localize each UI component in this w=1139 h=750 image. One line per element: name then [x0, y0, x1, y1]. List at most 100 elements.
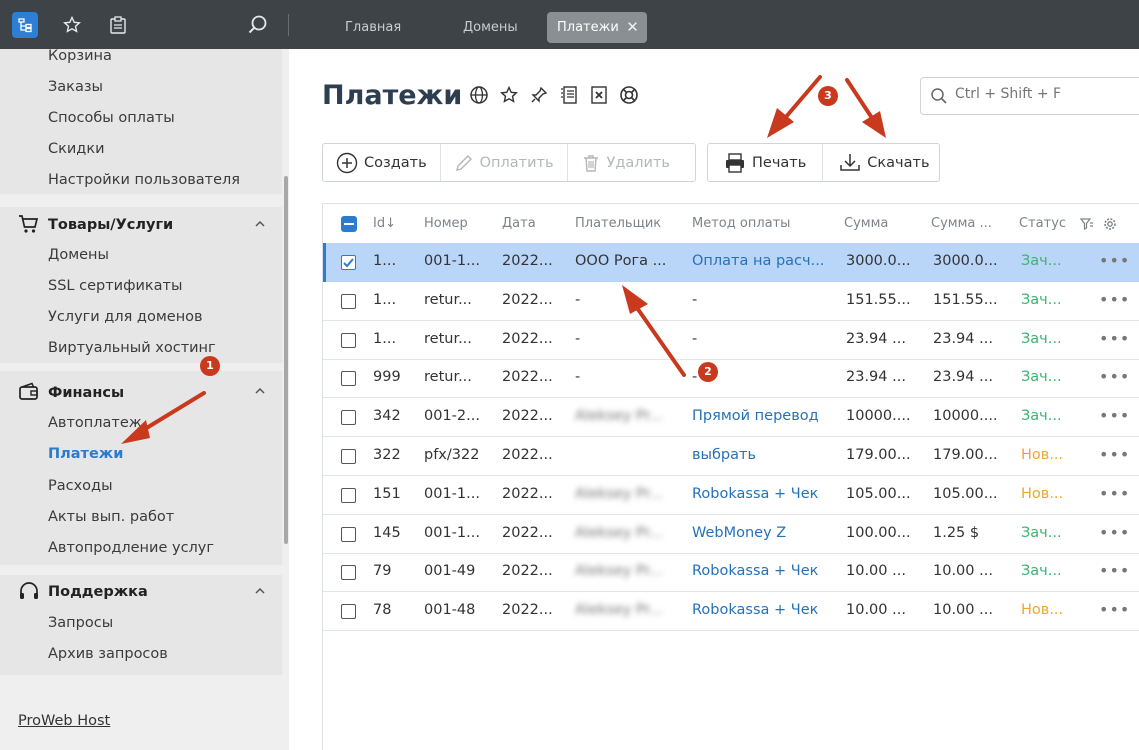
sidebar-item-orders[interactable]: Заказы: [48, 77, 103, 97]
chevron-up-icon[interactable]: [254, 585, 266, 597]
document-icon[interactable]: [558, 84, 580, 106]
column-header-method[interactable]: Метод оплаты: [692, 216, 790, 231]
clipboard-icon[interactable]: [105, 12, 131, 38]
row-menu-icon[interactable]: •••: [1099, 445, 1130, 464]
close-icon[interactable]: ✕: [626, 12, 639, 43]
table-row[interactable]: 145 001-1... 2022... Aleksey Pr... WebMoney …: [323, 515, 1139, 554]
sidebar-item-domain-services[interactable]: Услуги для доменов: [48, 307, 203, 327]
app-logo-icon[interactable]: [12, 12, 38, 38]
cell-date: 2022...: [502, 602, 553, 619]
row-menu-icon[interactable]: •••: [1099, 251, 1130, 270]
cell-method[interactable]: Оплата на расч...: [692, 253, 827, 269]
sidebar-item-autorenew[interactable]: Автопродление услуг: [48, 538, 214, 558]
sidebar-item-requests[interactable]: Запросы: [48, 613, 113, 633]
search-icon[interactable]: [245, 12, 271, 38]
row-menu-icon[interactable]: •••: [1099, 367, 1130, 386]
table-row[interactable]: 999 retur... 2022... - -23.94 ... 23.94 ... За…: [323, 359, 1139, 399]
star-icon[interactable]: [59, 12, 85, 38]
cell-number: 001-1...: [424, 253, 480, 269]
cell-payer: -: [575, 330, 581, 347]
row-checkbox[interactable]: [341, 487, 356, 503]
globe-icon[interactable]: [468, 84, 490, 106]
tab-payments[interactable]: Платежи ✕: [547, 12, 647, 43]
column-header-status[interactable]: Статус: [1019, 216, 1066, 231]
sidebar-item-acts[interactable]: Акты вып. работ: [48, 507, 174, 527]
cell-method[interactable]: выбрать: [692, 447, 827, 463]
table-row[interactable]: 79 001-49 2022... Aleksey Pr... Robokassa + …: [323, 553, 1139, 593]
table-row[interactable]: 322 pfx/322 2022... выбрать 179.00... 179.00.…: [323, 437, 1139, 476]
lifebuoy-icon[interactable]: [618, 84, 640, 106]
row-menu-icon[interactable]: •••: [1099, 290, 1130, 309]
tab-home[interactable]: Главная: [335, 12, 411, 43]
footer-link-proweb[interactable]: ProWeb Host: [18, 713, 110, 729]
sidebar-item-domains[interactable]: Домены: [48, 245, 109, 265]
cell-method[interactable]: WebMoney Z: [692, 525, 827, 541]
sidebar-group-title-products[interactable]: Товары/Услуги: [48, 215, 173, 235]
page-title: Платежи: [322, 80, 463, 111]
tab-domains[interactable]: Домены: [453, 12, 528, 43]
column-header-id[interactable]: Id↓: [373, 216, 396, 231]
column-header-sum[interactable]: Сумма: [844, 216, 888, 231]
row-checkbox[interactable]: [341, 371, 356, 387]
search-input[interactable]: [955, 86, 1135, 102]
chevron-up-icon[interactable]: [254, 218, 266, 230]
column-header-number[interactable]: Номер: [424, 216, 468, 231]
column-header-date[interactable]: Дата: [502, 216, 536, 231]
row-checkbox[interactable]: [341, 565, 356, 581]
row-menu-icon[interactable]: •••: [1099, 406, 1130, 425]
export-toolbar: Печать Скачать: [707, 143, 940, 182]
table-row[interactable]: 78 001-48 2022... Aleksey Pr... Robokassa + …: [323, 592, 1139, 632]
row-menu-icon[interactable]: •••: [1099, 484, 1130, 503]
row-checkbox[interactable]: [341, 293, 356, 309]
cell-method[interactable]: Прямой перевод: [692, 408, 827, 424]
row-menu-icon[interactable]: •••: [1099, 329, 1130, 348]
column-header-payer[interactable]: Плательщик: [575, 216, 661, 231]
row-checkbox[interactable]: [341, 449, 356, 464]
sidebar-item-hosting[interactable]: Виртуальный хостинг: [48, 338, 216, 358]
row-checkbox[interactable]: [341, 526, 356, 542]
sidebar-item-cart[interactable]: Корзина: [48, 49, 112, 66]
cell-method[interactable]: Robokassa + Чек: [692, 486, 827, 502]
sidebar-item-user-settings[interactable]: Настройки пользователя: [48, 170, 240, 190]
chevron-up-icon[interactable]: [254, 385, 266, 397]
star-icon[interactable]: [498, 84, 520, 106]
row-menu-icon[interactable]: •••: [1099, 561, 1130, 580]
sidebar-item-ssl[interactable]: SSL сертификаты: [48, 276, 182, 296]
row-checkbox[interactable]: [341, 255, 356, 270]
print-button-label: Печать: [752, 154, 807, 171]
download-button[interactable]: Скачать: [823, 144, 945, 181]
row-checkbox[interactable]: [341, 604, 356, 620]
cell-method[interactable]: Robokassa + Чек: [692, 602, 827, 618]
pin-icon[interactable]: [528, 84, 550, 106]
print-button[interactable]: Печать: [708, 144, 824, 181]
cell-payer: -: [575, 369, 581, 386]
row-menu-icon[interactable]: •••: [1099, 600, 1130, 619]
sidebar-group-title-finance[interactable]: Финансы: [48, 383, 124, 403]
table-row[interactable]: 342 001-2... 2022... Aleksey Pr... Прямой пе…: [323, 398, 1139, 438]
sidebar-item-autopay[interactable]: Автоплатеж: [48, 413, 142, 433]
row-checkbox[interactable]: [341, 332, 356, 348]
sidebar-group-title-support[interactable]: Поддержка: [48, 582, 148, 602]
create-button[interactable]: Создать: [323, 144, 441, 181]
sidebar-item-payments[interactable]: Платежи: [48, 444, 123, 464]
gear-icon[interactable]: [1103, 217, 1117, 231]
pay-button[interactable]: Оплатить: [441, 144, 568, 181]
select-all-checkbox[interactable]: [341, 216, 357, 232]
sidebar-scrollbar[interactable]: [284, 176, 288, 544]
table-row[interactable]: 1... retur... 2022... - - 151.55... 151.55... З…: [323, 282, 1139, 321]
excel-icon[interactable]: [588, 84, 610, 106]
cell-method[interactable]: Robokassa + Чек: [692, 563, 827, 579]
row-checkbox[interactable]: [341, 410, 356, 426]
sidebar-item-expenses[interactable]: Расходы: [48, 476, 113, 496]
delete-button[interactable]: Удалить: [568, 144, 683, 181]
table-row[interactable]: 151 001-1... 2022... Aleksey Pr... Robokassa…: [323, 476, 1139, 515]
sidebar-item-requests-archive[interactable]: Архив запросов: [48, 644, 168, 664]
row-menu-icon[interactable]: •••: [1099, 523, 1130, 542]
filter-icon[interactable]: [1080, 217, 1094, 231]
column-header-sum2[interactable]: Сумма ...: [931, 216, 992, 231]
table-row[interactable]: 1... 001-1... 2022... ООО Рога ... Оплата на…: [323, 243, 1139, 282]
table-row[interactable]: 1... retur... 2022... - - 23.94 ... 23.94 ... З…: [323, 321, 1139, 360]
search-field[interactable]: [920, 77, 1139, 115]
sidebar-item-discounts[interactable]: Скидки: [48, 139, 105, 159]
sidebar-item-payment-methods[interactable]: Способы оплаты: [48, 108, 175, 128]
